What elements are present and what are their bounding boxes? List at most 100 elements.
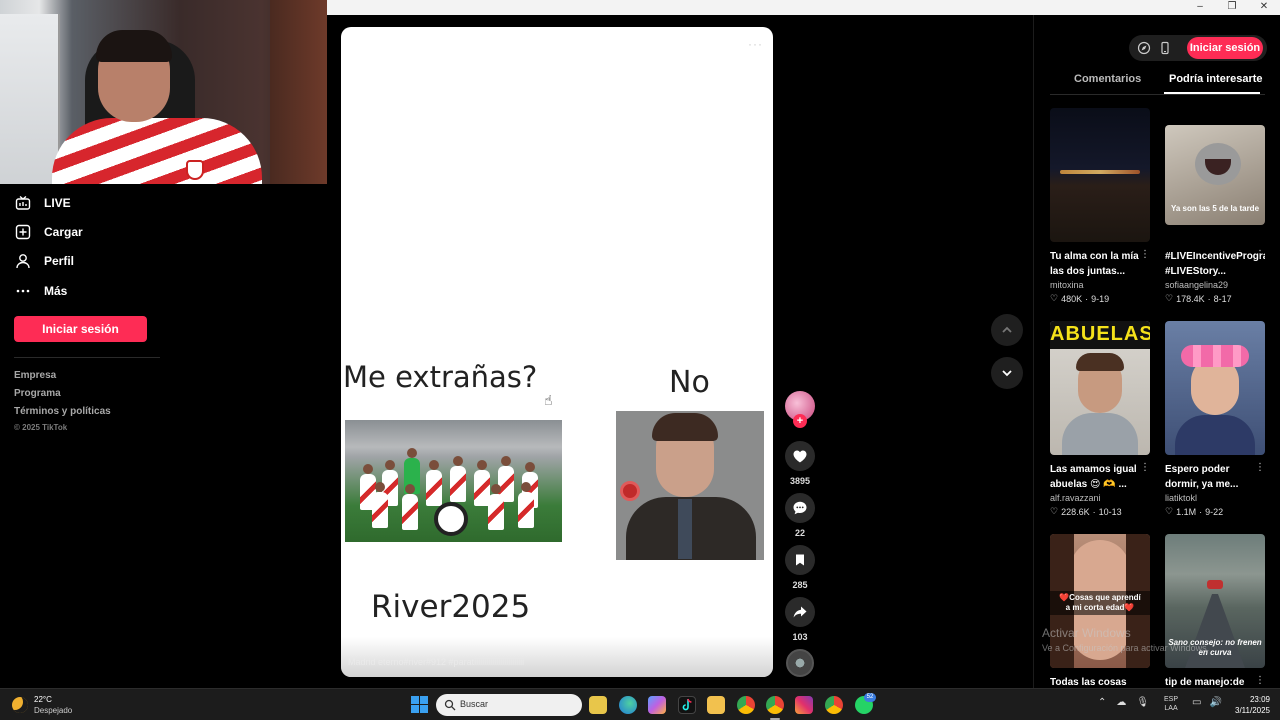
video-more-icon[interactable]: ···: [748, 37, 763, 51]
video-card-author[interactable]: liatiktokl: [1165, 493, 1265, 503]
door: [270, 0, 327, 184]
video-card[interactable]: ❤️Cosas que aprendí a mi corta edad❤️ To…: [1050, 534, 1150, 705]
video-thumbnail[interactable]: [1165, 321, 1265, 455]
video-card-title: Espero poder dormir, ya me...: [1165, 464, 1239, 490]
compass-icon[interactable]: [1136, 40, 1152, 56]
weather-description[interactable]: Despejado: [34, 706, 72, 715]
video-caption[interactable]: Madrid eterno#river#912 #paratiiiiiiiiii…: [348, 657, 524, 667]
card-menu-icon[interactable]: ⋮: [1255, 675, 1265, 686]
cloud-icon[interactable]: ☁: [1116, 697, 1126, 708]
video-card[interactable]: ABUELAS Las amamos igual abuelas 😍 🫶 ...…: [1050, 321, 1150, 517]
nav-item-upload[interactable]: Cargar: [14, 221, 83, 243]
upload-icon: [14, 223, 32, 241]
save-count: 285: [792, 580, 808, 590]
card-menu-icon[interactable]: ⋮: [1255, 249, 1265, 260]
microphone-icon[interactable]: 🎙: [1136, 697, 1149, 708]
chrome-profile-icon[interactable]: [766, 696, 784, 714]
window-titlebar: – ❐ ✕: [327, 0, 1280, 15]
comment-icon[interactable]: [785, 493, 815, 523]
chrome-alt-icon[interactable]: [825, 696, 843, 714]
sound-disc-icon[interactable]: [786, 649, 814, 677]
login-button-top[interactable]: Iniciar sesión: [1187, 37, 1263, 59]
copyright: © 2025 TikTok: [14, 423, 68, 432]
restore-button[interactable]: ❐: [1216, 0, 1248, 15]
streamer-hair: [96, 30, 172, 62]
nav-label-upload: Cargar: [44, 225, 83, 239]
video-card[interactable]: Espero poder dormir, ya me... ⋮ liatikto…: [1165, 321, 1265, 517]
comment-action[interactable]: 22: [785, 493, 815, 538]
taskbar-search[interactable]: Buscar: [436, 694, 582, 716]
heart-outline-icon: ♡: [1050, 293, 1059, 303]
footer-link-company[interactable]: Empresa: [14, 370, 56, 381]
nav-item-profile[interactable]: Perfil: [14, 250, 74, 272]
card-menu-icon[interactable]: ⋮: [1140, 462, 1150, 473]
login-button[interactable]: Iniciar sesión: [14, 316, 147, 342]
file-explorer-icon[interactable]: [707, 696, 725, 714]
footer-link-terms[interactable]: Términos y políticas: [14, 406, 111, 417]
heart-outline-icon: ♡: [1050, 506, 1059, 516]
weather-temperature[interactable]: 22°C: [34, 695, 52, 704]
monitor-icon[interactable]: ▭: [1192, 697, 1201, 708]
windows-start-icon[interactable]: [411, 696, 428, 713]
bookmark-icon[interactable]: [785, 545, 815, 575]
watermark-title: Activar Windows: [1042, 626, 1131, 640]
thumbnail-overlay-text: ❤️Cosas que aprendí a mi corta edad❤️: [1050, 591, 1150, 615]
phone-icon[interactable]: [1157, 40, 1173, 56]
next-video-button[interactable]: [991, 357, 1023, 389]
like-action[interactable]: 3895: [785, 441, 815, 486]
tiktok-icon[interactable]: [678, 696, 696, 714]
notes-app-icon[interactable]: [589, 696, 607, 714]
video-card[interactable]: Tu alma con la mía las dos juntas... ⋮ m…: [1050, 108, 1150, 304]
share-icon[interactable]: [785, 597, 815, 627]
active-tab-indicator: [1164, 92, 1260, 94]
tab-separator: [1050, 94, 1265, 95]
share-count: 103: [792, 632, 808, 642]
previous-video-button[interactable]: [991, 314, 1023, 346]
follow-plus-icon[interactable]: +: [793, 414, 807, 428]
video-card-date: 9-22: [1205, 506, 1224, 517]
share-action[interactable]: 103: [785, 597, 815, 642]
language-code: ESP: [1164, 696, 1179, 703]
video-card[interactable]: Sano consejo: no frenen en curva tip de …: [1165, 534, 1265, 705]
video-player[interactable]: ··· Me extrañas? No River2025 Madrid ete…: [341, 27, 773, 677]
chrome-icon[interactable]: [737, 696, 755, 714]
chevron-down-icon: [1002, 370, 1012, 377]
tab-recommended[interactable]: Podría interesarte: [1169, 73, 1263, 85]
tab-comments[interactable]: Comentarios: [1074, 73, 1141, 85]
language-indicator[interactable]: ESP LAA: [1164, 695, 1178, 713]
save-action[interactable]: 285: [785, 545, 815, 590]
video-card-stats: ♡ 480K · 9-19: [1050, 293, 1110, 304]
card-menu-icon[interactable]: ⋮: [1140, 249, 1150, 260]
video-thumbnail[interactable]: ABUELAS: [1050, 321, 1150, 455]
nav-item-more[interactable]: Más: [14, 280, 67, 302]
copilot-icon[interactable]: [648, 696, 666, 714]
profile-icon: [14, 252, 32, 270]
team-photo: [345, 420, 562, 542]
video-card-title: Las amamos igual abuelas 😍 🫶 ...: [1050, 464, 1137, 490]
instagram-icon[interactable]: [795, 696, 813, 714]
video-thumbnail[interactable]: [1050, 108, 1150, 242]
clock-date: 3/11/2025: [1235, 706, 1270, 715]
chevron-up-icon[interactable]: ⌃: [1098, 697, 1106, 708]
video-card-likes: 178.4K: [1176, 293, 1205, 304]
volume-icon[interactable]: 🔊: [1209, 697, 1221, 708]
video-card-stats: ♡ 178.4K · 8-17: [1165, 293, 1232, 304]
fridge: [0, 14, 60, 184]
video-card-author[interactable]: sofiaangelina29: [1165, 280, 1265, 290]
video-card-author[interactable]: mitoxina: [1050, 280, 1150, 290]
video-card-author[interactable]: alf.ravazzani: [1050, 493, 1150, 503]
video-card-likes: 228.6K: [1061, 506, 1090, 517]
close-button[interactable]: ✕: [1248, 0, 1280, 15]
minimize-button[interactable]: –: [1184, 0, 1216, 15]
moon-icon[interactable]: [12, 697, 28, 713]
card-menu-icon[interactable]: ⋮: [1255, 462, 1265, 473]
footer-link-program[interactable]: Programa: [14, 388, 61, 399]
video-thumbnail[interactable]: Ya son las 5 de la tarde: [1165, 125, 1265, 225]
edge-icon[interactable]: [619, 696, 637, 714]
video-card[interactable]: Ya son las 5 de la tarde #LIVEIncentiveP…: [1165, 125, 1265, 304]
nav-item-live[interactable]: LIVE: [14, 192, 71, 214]
chevron-up-icon: [1002, 326, 1012, 333]
meme-question-text: Me extrañas?: [343, 360, 538, 394]
heart-icon[interactable]: [785, 441, 815, 471]
clock[interactable]: 23:09 3/11/2025: [1228, 694, 1270, 716]
